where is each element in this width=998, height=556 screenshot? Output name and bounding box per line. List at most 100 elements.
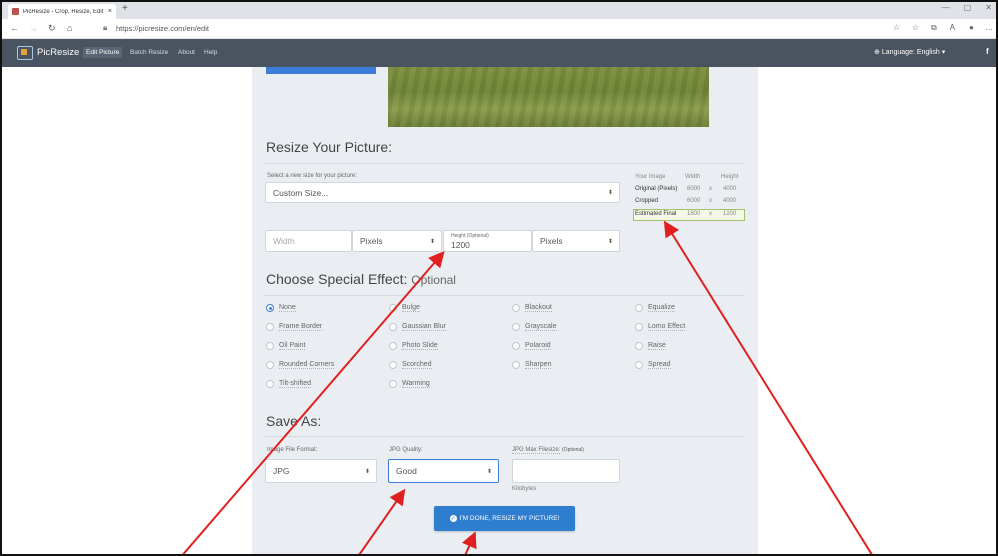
select-arrow-icon: ⬍ bbox=[607, 238, 613, 245]
effect-option[interactable]: Bulge bbox=[389, 304, 420, 312]
format-select[interactable]: JPG ⬍ bbox=[265, 459, 377, 483]
effect-option[interactable]: Lomo Effect bbox=[635, 323, 686, 331]
resize-done-label: I'M DONE, RESIZE MY PICTURE! bbox=[459, 515, 560, 522]
size-select[interactable]: Custom Size... ⬍ bbox=[265, 182, 620, 203]
save-title: Save As: bbox=[266, 413, 322, 429]
screenshot-frame: PicResize - Crop, Resize, Edit ima × + —… bbox=[0, 0, 998, 556]
facebook-icon[interactable]: f bbox=[986, 47, 989, 56]
radio-dot bbox=[512, 361, 520, 369]
nav-help[interactable]: Help bbox=[204, 49, 217, 56]
address-bar: ← → ↻ ⌂ 🔒︎ https://picresize.com/en/edit… bbox=[2, 19, 996, 39]
divider bbox=[264, 163, 744, 164]
radio-dot bbox=[266, 342, 274, 350]
radio-dot bbox=[512, 323, 520, 331]
radio-dot bbox=[512, 304, 520, 312]
effect-option[interactable]: Photo Slide bbox=[389, 342, 438, 350]
effect-option[interactable]: Spread bbox=[635, 361, 671, 369]
effect-option[interactable]: Scorched bbox=[389, 361, 432, 369]
site-navbar: PicResize Edit Picture Batch Resize Abou… bbox=[2, 39, 996, 67]
check-circle-icon: ✓ bbox=[449, 515, 457, 522]
effect-option[interactable]: Oil Paint bbox=[266, 342, 306, 350]
table-header-cell: Width bbox=[685, 174, 701, 180]
divider bbox=[264, 295, 744, 296]
table-row-name: Estimated Final bbox=[635, 211, 677, 217]
height-label: Height (Optional) bbox=[451, 233, 489, 239]
maxsize-label: JPG Max Filesize: (Optional) bbox=[512, 447, 584, 454]
table-row-x: x bbox=[709, 211, 712, 217]
favorites-icon[interactable]: ☆ bbox=[912, 23, 919, 32]
collections-icon[interactable]: ⧉ bbox=[931, 23, 937, 33]
maxsize-input[interactable] bbox=[512, 459, 620, 483]
close-window-icon[interactable]: ✕ bbox=[985, 3, 992, 12]
minimize-icon[interactable]: — bbox=[942, 3, 950, 12]
url-field[interactable]: https://picresize.com/en/edit bbox=[116, 24, 209, 33]
size-select-value: Custom Size... bbox=[273, 187, 329, 198]
radio-dot bbox=[266, 304, 274, 312]
language-selector[interactable]: ⊕ Language: English ▾ bbox=[874, 48, 945, 56]
effect-option[interactable]: Frame Border bbox=[266, 323, 323, 331]
format-value: JPG bbox=[273, 466, 290, 476]
maxsize-label-text: JPG Max Filesize: bbox=[512, 447, 561, 454]
lock-icon: 🔒︎ bbox=[103, 23, 108, 32]
table-row-name: Cropped bbox=[635, 198, 659, 204]
select-arrow-icon: ⬍ bbox=[486, 468, 492, 475]
select-arrow-icon: ⬍ bbox=[607, 190, 613, 196]
width-input[interactable]: Width bbox=[265, 230, 352, 252]
star-icon[interactable]: ☆ bbox=[893, 23, 900, 32]
width-unit-select[interactable]: Pixels ⬍ bbox=[352, 230, 442, 252]
nav-edit-picture[interactable]: Edit Picture bbox=[83, 47, 123, 58]
quality-label: JPG Quality: bbox=[389, 447, 423, 453]
back-icon[interactable]: ← bbox=[10, 23, 19, 33]
browser-tab-bar: PicResize - Crop, Resize, Edit ima × + —… bbox=[2, 2, 996, 19]
height-unit-value: Pixels bbox=[540, 236, 563, 246]
height-unit-select[interactable]: Pixels ⬍ bbox=[532, 230, 620, 252]
table-row-height: 1200 bbox=[723, 211, 737, 217]
browser-tab[interactable]: PicResize - Crop, Resize, Edit ima × bbox=[8, 4, 116, 19]
nav-batch-resize[interactable]: Batch Resize bbox=[130, 49, 168, 56]
effect-option[interactable]: None bbox=[266, 304, 296, 312]
table-row-width: 6000 bbox=[687, 186, 701, 192]
table-row-height: 4000 bbox=[723, 198, 737, 204]
picture-preview bbox=[388, 67, 709, 127]
effect-option[interactable]: Equalize bbox=[635, 304, 675, 312]
effect-option[interactable]: Warming bbox=[389, 380, 430, 388]
close-tab-icon[interactable]: × bbox=[108, 8, 112, 15]
table-row-height: 4000 bbox=[723, 186, 737, 192]
radio-dot bbox=[389, 380, 397, 388]
crop-button-edge[interactable] bbox=[266, 67, 376, 74]
forward-icon[interactable]: → bbox=[29, 23, 38, 33]
home-icon[interactable]: ⌂ bbox=[67, 23, 72, 33]
maximize-icon[interactable]: ▢ bbox=[964, 3, 972, 12]
effects-title: Choose Special Effect: Optional bbox=[266, 271, 456, 287]
table-row-x: x bbox=[709, 186, 712, 192]
radio-dot bbox=[635, 361, 643, 369]
new-tab-button[interactable]: + bbox=[122, 3, 128, 14]
read-aloud-icon[interactable]: Ꭺ bbox=[950, 23, 955, 33]
divider bbox=[264, 436, 744, 437]
resize-done-button[interactable]: ✓ I'M DONE, RESIZE MY PICTURE! bbox=[434, 506, 575, 531]
effect-option[interactable]: Grayscale bbox=[512, 323, 557, 331]
profile-icon[interactable]: ● bbox=[969, 23, 974, 32]
picresize-logo-icon[interactable] bbox=[17, 46, 33, 60]
effect-option[interactable]: Raise bbox=[635, 342, 666, 350]
effect-option[interactable]: Rounded Corners bbox=[266, 361, 335, 369]
radio-dot bbox=[389, 323, 397, 331]
effect-option[interactable]: Blackout bbox=[512, 304, 552, 312]
tab-title: PicResize - Crop, Resize, Edit ima bbox=[23, 8, 105, 15]
height-input[interactable]: Height (Optional) 1200 bbox=[443, 230, 532, 252]
more-icon[interactable]: … bbox=[985, 23, 993, 32]
kilobytes-unit: Kilobytes bbox=[512, 486, 537, 492]
effect-option[interactable]: Polaroid bbox=[512, 342, 551, 350]
effect-option[interactable]: Tilt-shifted bbox=[266, 380, 312, 388]
refresh-icon[interactable]: ↻ bbox=[48, 23, 56, 34]
format-label: Image File Format: bbox=[267, 447, 318, 453]
radio-dot bbox=[512, 342, 520, 350]
favicon-icon bbox=[12, 8, 19, 15]
effect-option[interactable]: Sharpen bbox=[512, 361, 552, 369]
nav-about[interactable]: About bbox=[178, 49, 195, 56]
radio-dot bbox=[635, 342, 643, 350]
brand-name[interactable]: PicResize bbox=[37, 47, 79, 58]
effect-option[interactable]: Gaussian Blur bbox=[389, 323, 446, 331]
quality-select[interactable]: Good ⬍ bbox=[388, 459, 499, 483]
radio-dot bbox=[266, 361, 274, 369]
